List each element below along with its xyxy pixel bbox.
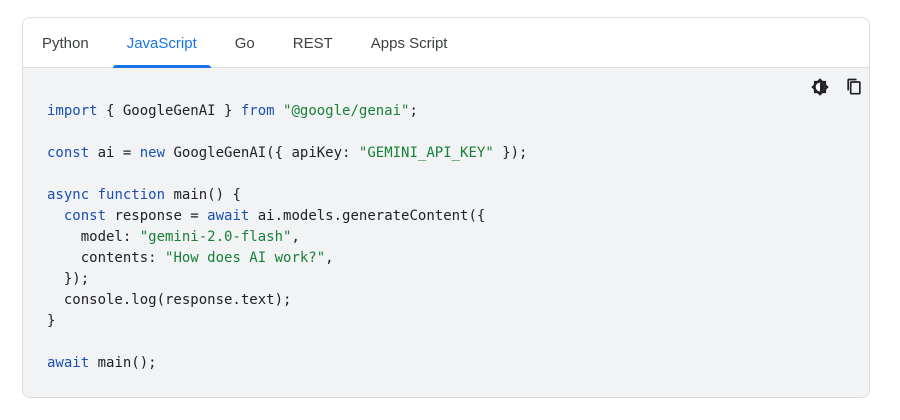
code-text: });	[47, 271, 90, 287]
code-text: model:	[47, 229, 140, 245]
code-line: console.log(response.text);	[47, 290, 527, 311]
code-text: });	[493, 145, 528, 161]
code-text: ;	[409, 103, 418, 119]
code-line: async function main() {	[47, 185, 527, 206]
code-text: main() {	[165, 187, 241, 203]
code-line: model: "gemini-2.0-flash",	[47, 227, 527, 248]
code-string: "gemini-2.0-flash"	[139, 229, 292, 245]
code-text: ai.models.generateContent({	[249, 208, 486, 224]
code-text: ai =	[89, 145, 140, 161]
tab-apps-script[interactable]: Apps Script	[352, 18, 467, 68]
code-line: contents: "How does AI work?",	[47, 248, 527, 269]
code-text: { GoogleGenAI }	[97, 103, 241, 119]
code-line: await main();	[47, 353, 527, 374]
code-line: });	[47, 269, 527, 290]
brightness-contrast-icon[interactable]	[809, 76, 831, 98]
code-keyword: import	[47, 103, 98, 119]
code-text: }	[47, 313, 56, 329]
code-keyword: async	[47, 187, 90, 203]
code-keyword: new	[139, 145, 166, 161]
code-line: const response = await ai.models.generat…	[47, 206, 527, 227]
code-text: console.log(response.text);	[47, 292, 292, 308]
code-sample-card: Python JavaScript Go REST Apps Script im…	[22, 17, 870, 398]
code-text: ,	[291, 229, 300, 245]
code-block: import { GoogleGenAI } from "@google/gen…	[47, 101, 527, 374]
tab-javascript[interactable]: JavaScript	[108, 18, 216, 68]
code-keyword: const	[63, 208, 107, 224]
code-string: "How does AI work?"	[165, 250, 326, 266]
code-keyword: function	[97, 187, 166, 203]
code-text: ,	[325, 250, 334, 266]
code-text: GoogleGenAI({ apiKey:	[165, 145, 359, 161]
code-text: main();	[89, 355, 157, 371]
code-keyword: await	[47, 355, 90, 371]
code-text: response =	[106, 208, 208, 224]
tab-rest[interactable]: REST	[274, 18, 352, 68]
code-string: "@google/genai"	[283, 103, 410, 119]
code-line: import { GoogleGenAI } from "@google/gen…	[47, 101, 527, 122]
code-text: contents:	[47, 250, 166, 266]
code-string: "GEMINI_API_KEY"	[358, 145, 494, 161]
language-tab-bar: Python JavaScript Go REST Apps Script	[23, 18, 869, 68]
tab-python[interactable]: Python	[23, 18, 108, 68]
code-keyword: const	[47, 145, 90, 161]
code-line: }	[47, 311, 527, 332]
code-keyword: await	[207, 208, 250, 224]
copy-icon[interactable]	[843, 76, 865, 98]
code-pane: import { GoogleGenAI } from "@google/gen…	[23, 68, 869, 397]
code-keyword: from	[240, 103, 275, 119]
code-line: const ai = new GoogleGenAI({ apiKey: "GE…	[47, 143, 527, 164]
tab-go[interactable]: Go	[216, 18, 274, 68]
